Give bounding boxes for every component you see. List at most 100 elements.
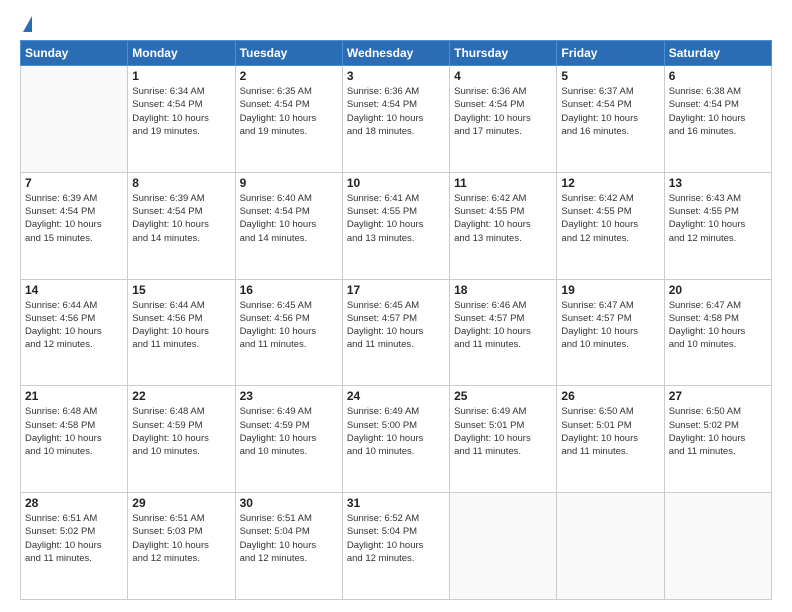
calendar-cell: 17 Sunrise: 6:45 AMSunset: 4:57 PMDayligh… bbox=[342, 279, 449, 386]
day-number: 12 bbox=[561, 176, 659, 190]
calendar-cell bbox=[450, 493, 557, 600]
day-info: Sunrise: 6:36 AMSunset: 4:54 PMDaylight:… bbox=[347, 85, 445, 138]
calendar-cell: 12 Sunrise: 6:42 AMSunset: 4:55 PMDayligh… bbox=[557, 172, 664, 279]
page: SundayMondayTuesdayWednesdayThursdayFrid… bbox=[0, 0, 792, 612]
day-number: 24 bbox=[347, 389, 445, 403]
day-number: 25 bbox=[454, 389, 552, 403]
day-number: 20 bbox=[669, 283, 767, 297]
col-header-saturday: Saturday bbox=[664, 41, 771, 66]
day-info: Sunrise: 6:45 AMSunset: 4:57 PMDaylight:… bbox=[347, 299, 445, 352]
day-info: Sunrise: 6:49 AMSunset: 5:01 PMDaylight:… bbox=[454, 405, 552, 458]
calendar-cell: 28 Sunrise: 6:51 AMSunset: 5:02 PMDayligh… bbox=[21, 493, 128, 600]
day-number: 21 bbox=[25, 389, 123, 403]
day-info: Sunrise: 6:51 AMSunset: 5:03 PMDaylight:… bbox=[132, 512, 230, 565]
calendar-cell: 8 Sunrise: 6:39 AMSunset: 4:54 PMDaylight… bbox=[128, 172, 235, 279]
day-number: 11 bbox=[454, 176, 552, 190]
day-number: 5 bbox=[561, 69, 659, 83]
calendar-cell: 16 Sunrise: 6:45 AMSunset: 4:56 PMDayligh… bbox=[235, 279, 342, 386]
day-info: Sunrise: 6:44 AMSunset: 4:56 PMDaylight:… bbox=[25, 299, 123, 352]
calendar-cell: 25 Sunrise: 6:49 AMSunset: 5:01 PMDayligh… bbox=[450, 386, 557, 493]
day-info: Sunrise: 6:40 AMSunset: 4:54 PMDaylight:… bbox=[240, 192, 338, 245]
calendar-cell: 21 Sunrise: 6:48 AMSunset: 4:58 PMDayligh… bbox=[21, 386, 128, 493]
day-number: 19 bbox=[561, 283, 659, 297]
calendar-cell: 26Sunrise: 6:50 AMSunset: 5:01 PMDayligh… bbox=[557, 386, 664, 493]
calendar-table: SundayMondayTuesdayWednesdayThursdayFrid… bbox=[20, 40, 772, 600]
day-number: 13 bbox=[669, 176, 767, 190]
day-info: Sunrise: 6:37 AMSunset: 4:54 PMDaylight:… bbox=[561, 85, 659, 138]
day-number: 3 bbox=[347, 69, 445, 83]
calendar-cell: 24 Sunrise: 6:49 AMSunset: 5:00 PMDayligh… bbox=[342, 386, 449, 493]
day-number: 18 bbox=[454, 283, 552, 297]
day-number: 22 bbox=[132, 389, 230, 403]
week-row-1: 1 Sunrise: 6:34 AMSunset: 4:54 PMDaylight… bbox=[21, 66, 772, 173]
calendar-cell: 2 Sunrise: 6:35 AMSunset: 4:54 PMDaylight… bbox=[235, 66, 342, 173]
day-info: Sunrise: 6:46 AMSunset: 4:57 PMDaylight:… bbox=[454, 299, 552, 352]
day-number: 1 bbox=[132, 69, 230, 83]
week-row-2: 7 Sunrise: 6:39 AMSunset: 4:54 PMDaylight… bbox=[21, 172, 772, 279]
calendar-cell: 20Sunrise: 6:47 AMSunset: 4:58 PMDayligh… bbox=[664, 279, 771, 386]
day-info: Sunrise: 6:47 AMSunset: 4:57 PMDaylight:… bbox=[561, 299, 659, 352]
day-info: Sunrise: 6:45 AMSunset: 4:56 PMDaylight:… bbox=[240, 299, 338, 352]
day-info: Sunrise: 6:39 AMSunset: 4:54 PMDaylight:… bbox=[132, 192, 230, 245]
day-number: 27 bbox=[669, 389, 767, 403]
calendar-cell: 10Sunrise: 6:41 AMSunset: 4:55 PMDayligh… bbox=[342, 172, 449, 279]
day-info: Sunrise: 6:41 AMSunset: 4:55 PMDaylight:… bbox=[347, 192, 445, 245]
calendar-cell: 18 Sunrise: 6:46 AMSunset: 4:57 PMDayligh… bbox=[450, 279, 557, 386]
day-info: Sunrise: 6:49 AMSunset: 4:59 PMDaylight:… bbox=[240, 405, 338, 458]
day-number: 8 bbox=[132, 176, 230, 190]
calendar-cell: 6 Sunrise: 6:38 AMSunset: 4:54 PMDaylight… bbox=[664, 66, 771, 173]
day-info: Sunrise: 6:50 AMSunset: 5:02 PMDaylight:… bbox=[669, 405, 767, 458]
logo bbox=[20, 16, 32, 30]
day-number: 30 bbox=[240, 496, 338, 510]
calendar-cell: 30 Sunrise: 6:51 AMSunset: 5:04 PMDayligh… bbox=[235, 493, 342, 600]
day-number: 29 bbox=[132, 496, 230, 510]
day-info: Sunrise: 6:48 AMSunset: 4:58 PMDaylight:… bbox=[25, 405, 123, 458]
day-number: 4 bbox=[454, 69, 552, 83]
day-info: Sunrise: 6:34 AMSunset: 4:54 PMDaylight:… bbox=[132, 85, 230, 138]
day-info: Sunrise: 6:52 AMSunset: 5:04 PMDaylight:… bbox=[347, 512, 445, 565]
week-row-3: 14 Sunrise: 6:44 AMSunset: 4:56 PMDayligh… bbox=[21, 279, 772, 386]
calendar-cell: 23Sunrise: 6:49 AMSunset: 4:59 PMDayligh… bbox=[235, 386, 342, 493]
calendar-cell: 19 Sunrise: 6:47 AMSunset: 4:57 PMDayligh… bbox=[557, 279, 664, 386]
day-info: Sunrise: 6:51 AMSunset: 5:02 PMDaylight:… bbox=[25, 512, 123, 565]
day-info: Sunrise: 6:44 AMSunset: 4:56 PMDaylight:… bbox=[132, 299, 230, 352]
day-info: Sunrise: 6:42 AMSunset: 4:55 PMDaylight:… bbox=[454, 192, 552, 245]
header bbox=[20, 16, 772, 30]
calendar-cell bbox=[557, 493, 664, 600]
week-row-4: 21 Sunrise: 6:48 AMSunset: 4:58 PMDayligh… bbox=[21, 386, 772, 493]
day-number: 15 bbox=[132, 283, 230, 297]
day-number: 31 bbox=[347, 496, 445, 510]
calendar-cell: 1 Sunrise: 6:34 AMSunset: 4:54 PMDaylight… bbox=[128, 66, 235, 173]
col-header-friday: Friday bbox=[557, 41, 664, 66]
day-number: 26 bbox=[561, 389, 659, 403]
day-number: 16 bbox=[240, 283, 338, 297]
day-number: 17 bbox=[347, 283, 445, 297]
day-info: Sunrise: 6:49 AMSunset: 5:00 PMDaylight:… bbox=[347, 405, 445, 458]
day-number: 7 bbox=[25, 176, 123, 190]
logo-text bbox=[20, 16, 32, 30]
day-number: 14 bbox=[25, 283, 123, 297]
calendar-cell: 15 Sunrise: 6:44 AMSunset: 4:56 PMDayligh… bbox=[128, 279, 235, 386]
calendar-cell: 7Sunrise: 6:39 AMSunset: 4:54 PMDaylight… bbox=[21, 172, 128, 279]
day-number: 6 bbox=[669, 69, 767, 83]
day-info: Sunrise: 6:51 AMSunset: 5:04 PMDaylight:… bbox=[240, 512, 338, 565]
calendar-cell: 3 Sunrise: 6:36 AMSunset: 4:54 PMDaylight… bbox=[342, 66, 449, 173]
col-header-thursday: Thursday bbox=[450, 41, 557, 66]
day-info: Sunrise: 6:35 AMSunset: 4:54 PMDaylight:… bbox=[240, 85, 338, 138]
day-info: Sunrise: 6:36 AMSunset: 4:54 PMDaylight:… bbox=[454, 85, 552, 138]
day-info: Sunrise: 6:42 AMSunset: 4:55 PMDaylight:… bbox=[561, 192, 659, 245]
calendar-cell: 27 Sunrise: 6:50 AMSunset: 5:02 PMDayligh… bbox=[664, 386, 771, 493]
calendar-cell: 13 Sunrise: 6:43 AMSunset: 4:55 PMDayligh… bbox=[664, 172, 771, 279]
day-number: 28 bbox=[25, 496, 123, 510]
col-header-wednesday: Wednesday bbox=[342, 41, 449, 66]
logo-triangle-icon bbox=[23, 16, 32, 32]
col-header-monday: Monday bbox=[128, 41, 235, 66]
day-number: 2 bbox=[240, 69, 338, 83]
calendar-cell: 31 Sunrise: 6:52 AMSunset: 5:04 PMDayligh… bbox=[342, 493, 449, 600]
week-row-5: 28 Sunrise: 6:51 AMSunset: 5:02 PMDayligh… bbox=[21, 493, 772, 600]
calendar-header-row: SundayMondayTuesdayWednesdayThursdayFrid… bbox=[21, 41, 772, 66]
day-info: Sunrise: 6:43 AMSunset: 4:55 PMDaylight:… bbox=[669, 192, 767, 245]
calendar-cell bbox=[664, 493, 771, 600]
day-info: Sunrise: 6:38 AMSunset: 4:54 PMDaylight:… bbox=[669, 85, 767, 138]
calendar-cell bbox=[21, 66, 128, 173]
